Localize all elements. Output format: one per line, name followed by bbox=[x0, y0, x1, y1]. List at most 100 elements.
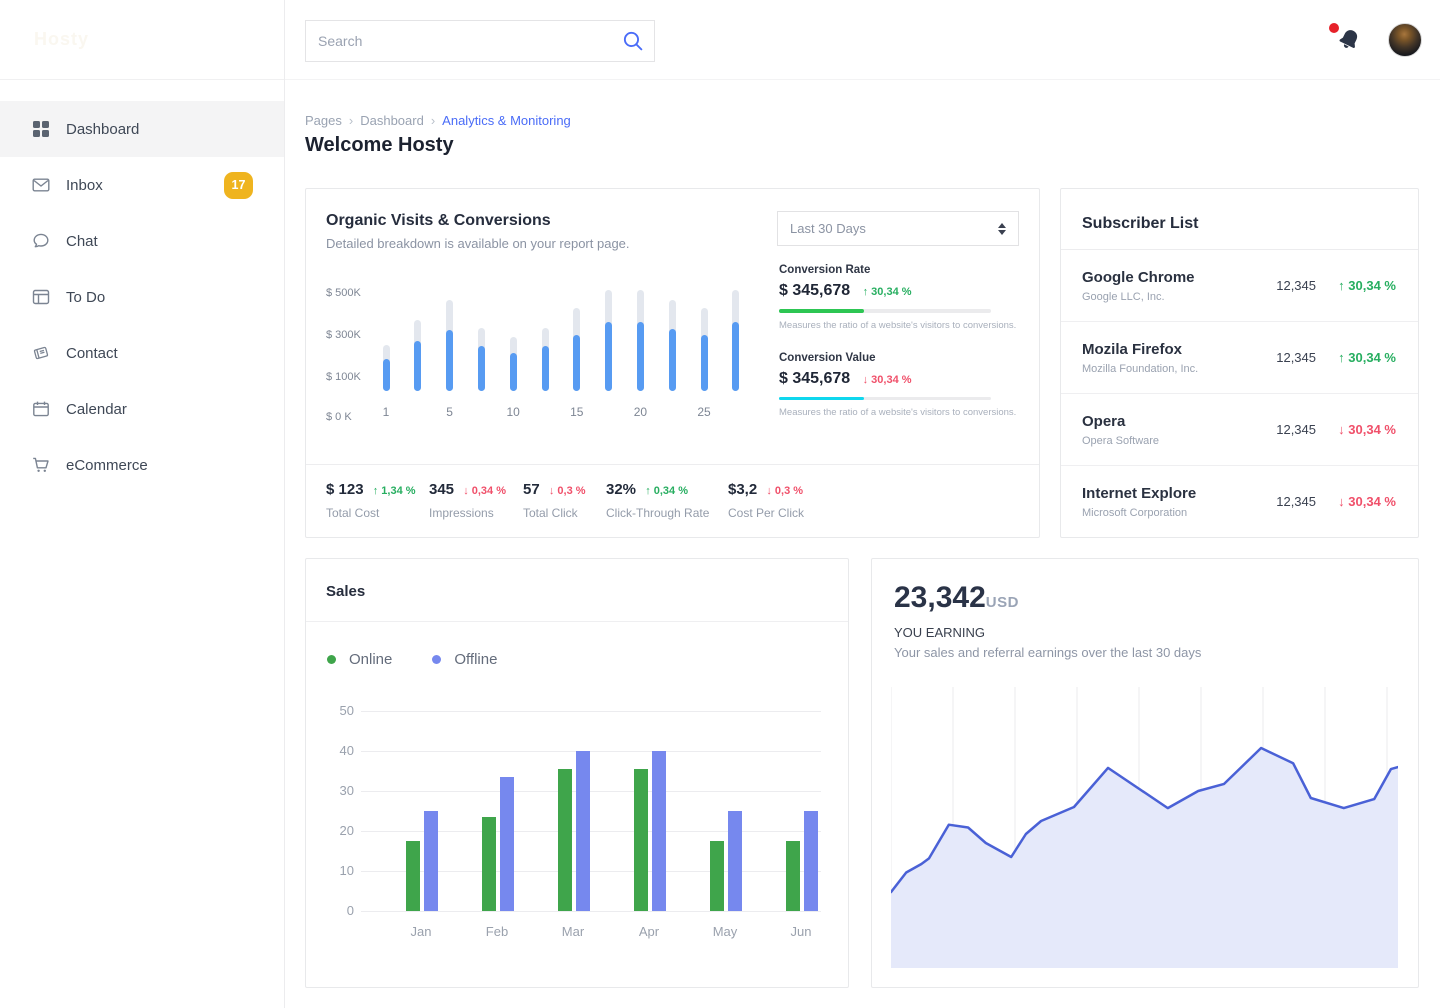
stat-value: 57 ↓ 0,3 % bbox=[523, 481, 606, 498]
earnings-currency: USD bbox=[986, 594, 1019, 611]
conversion-panel: Conversion Rate $ 345,678 ↑ 30,34 % Meas… bbox=[779, 264, 1021, 439]
topbar bbox=[285, 0, 1440, 80]
sidebar-item-chat[interactable]: Chat bbox=[0, 213, 284, 269]
x-axis-label: 1 bbox=[371, 405, 401, 419]
organic-bar-chart: $ 500K$ 300K$ 100K$ 0 K1510152025 bbox=[326, 284, 786, 419]
page-title: Welcome Hosty bbox=[305, 134, 454, 157]
x-axis-label: Feb bbox=[475, 924, 519, 939]
x-axis-label: 5 bbox=[435, 405, 465, 419]
subscriber-company: Google LLC, Inc. bbox=[1082, 291, 1260, 303]
gridline bbox=[361, 911, 821, 912]
breadcrumb: Pages›Dashboard›Analytics & Monitoring bbox=[305, 113, 571, 128]
subscriber-row-google-chrome[interactable]: Google Chrome Google LLC, Inc. 12,345 ↑ … bbox=[1061, 249, 1418, 321]
conversion-block-conversion-rate: Conversion Rate $ 345,678 ↑ 30,34 % Meas… bbox=[779, 264, 1021, 331]
stat-click-through-rate: 32% ↑ 0,34 % Click-Through Rate bbox=[606, 481, 728, 537]
legend-dot-icon bbox=[327, 655, 336, 664]
todo-icon bbox=[32, 288, 50, 306]
conversion-label: Conversion Rate bbox=[779, 264, 1021, 276]
x-axis-label: May bbox=[703, 924, 747, 939]
logo-area: Hosty bbox=[0, 0, 284, 80]
earnings-label: YOU EARNING bbox=[894, 625, 985, 640]
subscriber-name: Internet Explore bbox=[1082, 485, 1260, 502]
subscriber-list-title: Subscriber List bbox=[1082, 215, 1198, 233]
dashboard-icon bbox=[32, 120, 50, 138]
bell-icon bbox=[1336, 41, 1362, 58]
stat-label: Total Cost bbox=[326, 506, 429, 520]
period-select[interactable]: Last 30 Days bbox=[777, 211, 1019, 246]
sidebar-item-ecommerce[interactable]: eCommerce bbox=[0, 437, 284, 493]
subscriber-row-internet-explore[interactable]: Internet Explore Microsoft Corporation 1… bbox=[1061, 465, 1418, 537]
stat-label: Total Click bbox=[523, 506, 606, 520]
gridline bbox=[361, 711, 821, 712]
divider bbox=[306, 621, 848, 622]
subscriber-row-mozila-firefox[interactable]: Mozila Firefox Mozilla Foundation, Inc. … bbox=[1061, 321, 1418, 393]
subscriber-info: Internet Explore Microsoft Corporation bbox=[1082, 485, 1260, 519]
sales-bar-offline bbox=[424, 811, 438, 911]
sales-legend: Online Offline bbox=[327, 651, 497, 668]
subscriber-company: Mozilla Foundation, Inc. bbox=[1082, 363, 1260, 375]
main-content: Pages›Dashboard›Analytics & Monitoring W… bbox=[285, 80, 1440, 1008]
avatar[interactable] bbox=[1388, 23, 1422, 57]
organic-bar bbox=[701, 308, 708, 391]
legend-item-offline[interactable]: Offline bbox=[432, 651, 497, 668]
y-axis-label: 30 bbox=[314, 783, 354, 798]
app: Hosty Dashboard Inbox 17 Chat To Do Cont… bbox=[0, 0, 1440, 1008]
x-axis-label: Jan bbox=[399, 924, 443, 939]
organic-bar bbox=[732, 290, 739, 391]
x-axis-label: 15 bbox=[562, 405, 592, 419]
breadcrumb-separator: › bbox=[431, 113, 435, 128]
sales-bar-offline bbox=[576, 751, 590, 911]
stat-delta: ↓ 0,3 % bbox=[766, 485, 803, 497]
subscriber-count: 12,345 bbox=[1260, 494, 1316, 509]
subscriber-delta: ↓ 30,34 % bbox=[1316, 494, 1396, 509]
legend-label: Offline bbox=[454, 651, 497, 668]
sidebar-item-to-do[interactable]: To Do bbox=[0, 269, 284, 325]
organic-bar bbox=[605, 290, 612, 391]
breadcrumb-item-dashboard[interactable]: Dashboard bbox=[360, 113, 424, 128]
notifications-button[interactable] bbox=[1336, 26, 1362, 54]
search-input[interactable] bbox=[306, 21, 654, 61]
search-icon[interactable] bbox=[622, 30, 644, 57]
stat-value: $3,2 ↓ 0,3 % bbox=[728, 481, 848, 498]
stat-total-click: 57 ↓ 0,3 % Total Click bbox=[523, 481, 606, 537]
y-axis-label: 40 bbox=[314, 743, 354, 758]
earnings-value: 23,342 bbox=[894, 581, 986, 614]
breadcrumb-item-pages[interactable]: Pages bbox=[305, 113, 342, 128]
subscriber-delta: ↓ 30,34 % bbox=[1316, 422, 1396, 437]
chat-icon bbox=[32, 232, 50, 250]
organic-bar bbox=[446, 300, 453, 391]
subscriber-delta: ↑ 30,34 % bbox=[1316, 278, 1396, 293]
legend-item-online[interactable]: Online bbox=[327, 651, 392, 668]
organic-visits-card: Organic Visits & Conversions Detailed br… bbox=[305, 188, 1040, 538]
stat-value: 32% ↑ 0,34 % bbox=[606, 481, 728, 498]
x-axis-label: 20 bbox=[625, 405, 655, 419]
sales-bar-online bbox=[558, 769, 572, 911]
breadcrumb-item-analytics-monitoring[interactable]: Analytics & Monitoring bbox=[442, 113, 571, 128]
sales-card-title: Sales bbox=[326, 583, 365, 600]
stat-label: Impressions bbox=[429, 506, 523, 520]
subscriber-info: Mozila Firefox Mozilla Foundation, Inc. bbox=[1082, 341, 1260, 375]
sales-bar-online bbox=[406, 841, 420, 911]
stat-value: 345 ↓ 0,34 % bbox=[429, 481, 523, 498]
sidebar-nav: Dashboard Inbox 17 Chat To Do Contact Ca… bbox=[0, 101, 284, 493]
sidebar-item-inbox[interactable]: Inbox 17 bbox=[0, 157, 284, 213]
conversion-delta: ↓ 30,34 % bbox=[863, 374, 912, 386]
legend-label: Online bbox=[349, 651, 392, 668]
sales-bar-offline bbox=[804, 811, 818, 911]
conversion-value: $ 345,678 ↓ 30,34 % bbox=[779, 370, 1021, 388]
conversion-label: Conversion Value bbox=[779, 352, 1021, 364]
earnings-area-chart bbox=[891, 687, 1398, 968]
subscriber-row-opera[interactable]: Opera Opera Software 12,345 ↓ 30,34 % bbox=[1061, 393, 1418, 465]
x-axis-label: 25 bbox=[689, 405, 719, 419]
sidebar-item-dashboard[interactable]: Dashboard bbox=[0, 101, 284, 157]
subscriber-company: Microsoft Corporation bbox=[1082, 507, 1260, 519]
sidebar-item-calendar[interactable]: Calendar bbox=[0, 381, 284, 437]
y-axis-label: $ 100K bbox=[326, 371, 370, 383]
x-axis-label: Apr bbox=[627, 924, 671, 939]
kpi-stats-row: $ 123 ↑ 1,34 % Total Cost 345 ↓ 0,34 % I… bbox=[306, 464, 1039, 537]
y-axis-label: $ 0 K bbox=[326, 411, 370, 423]
y-axis-label: 10 bbox=[314, 863, 354, 878]
stat-impressions: 345 ↓ 0,34 % Impressions bbox=[429, 481, 523, 537]
subscriber-company: Opera Software bbox=[1082, 435, 1260, 447]
sidebar-item-contact[interactable]: Contact bbox=[0, 325, 284, 381]
